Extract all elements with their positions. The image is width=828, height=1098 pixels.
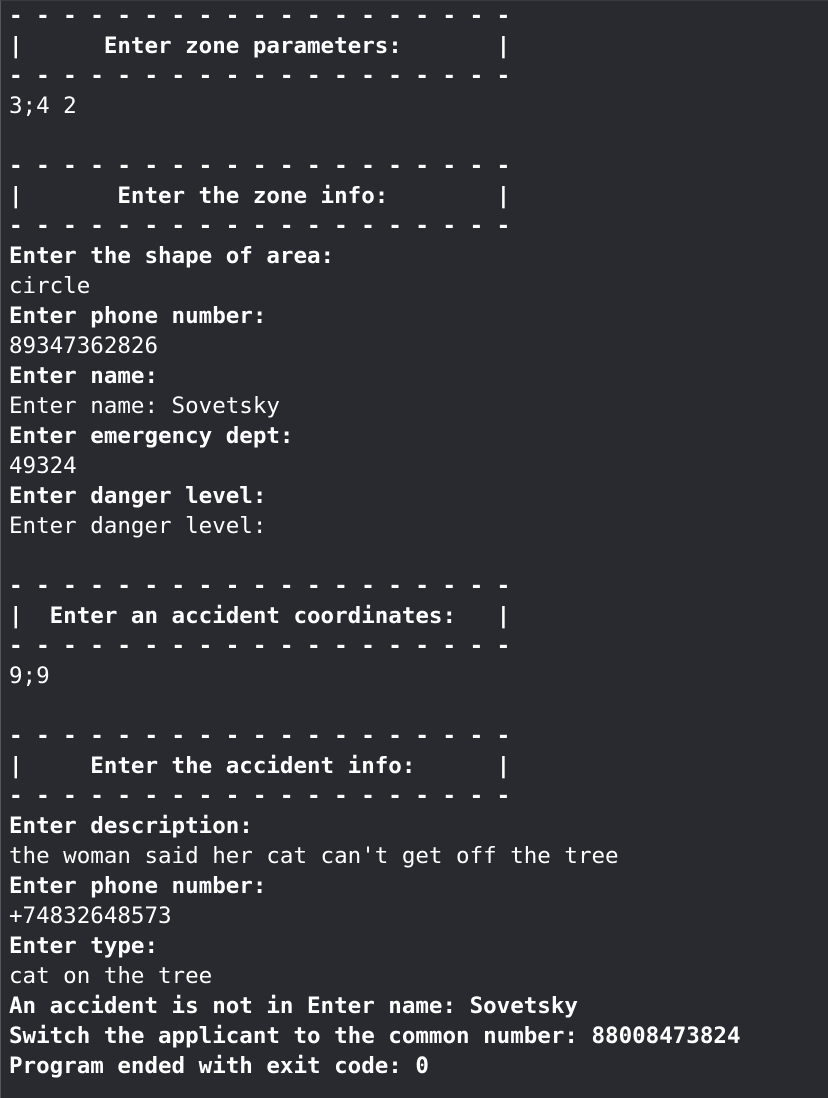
console-prompt: Enter emergency dept:: [9, 423, 294, 449]
console-section-header: | Enter the zone info: |: [9, 183, 511, 209]
console-separator: - - - - - - - - - - - - - - - - - - -: [9, 633, 511, 659]
console-prompt: Enter phone number:: [9, 303, 267, 329]
console-input-value: circle: [9, 273, 91, 299]
console-prompt: Enter name:: [9, 363, 159, 389]
console-section-header: | Enter an accident coordinates: |: [9, 603, 511, 629]
console-input-value: cat on the tree: [9, 963, 213, 989]
console-prompt: Enter phone number:: [9, 873, 267, 899]
console-input-value: Enter danger level:: [9, 513, 267, 539]
console-separator: - - - - - - - - - - - - - - - - - - -: [9, 573, 511, 599]
console-output[interactable]: - - - - - - - - - - - - - - - - - - - | E…: [0, 0, 828, 1098]
console-section-header: | Enter the accident info: |: [9, 753, 511, 779]
console-prompt: An accident is not in Enter name: Sovets…: [9, 993, 578, 1019]
console-separator: - - - - - - - - - - - - - - - - - - -: [9, 63, 511, 89]
console-prompt: Enter description:: [9, 813, 253, 839]
console-input-value: Enter name: Sovetsky: [9, 393, 280, 419]
console-prompt: Enter the shape of area:: [9, 243, 335, 269]
console-separator: - - - - - - - - - - - - - - - - - - -: [9, 783, 511, 809]
console-input-value: +74832648573: [9, 903, 172, 929]
console-prompt: Enter type:: [9, 933, 159, 959]
console-section-header: | Enter zone parameters: |: [9, 33, 511, 59]
console-separator: - - - - - - - - - - - - - - - - - - -: [9, 723, 511, 749]
console-separator: - - - - - - - - - - - - - - - - - - -: [9, 153, 511, 179]
console-input-value: 89347362826: [9, 333, 159, 359]
console-input-value: 3;4 2: [9, 93, 77, 119]
console-input-value: the woman said her cat can't get off the…: [9, 843, 619, 869]
console-prompt: Switch the applicant to the common numbe…: [9, 1023, 741, 1049]
console-input-value: 9;9: [9, 663, 50, 689]
console-input-value: 49324: [9, 453, 77, 479]
console-prompt: Enter danger level:: [9, 483, 267, 509]
console-separator: - - - - - - - - - - - - - - - - - - -: [9, 213, 511, 239]
console-prompt: Program ended with exit code: 0: [9, 1053, 429, 1079]
console-separator: - - - - - - - - - - - - - - - - - - -: [9, 3, 511, 29]
